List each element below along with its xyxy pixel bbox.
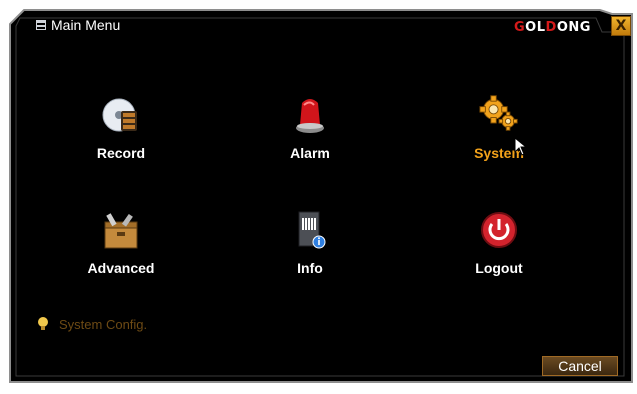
window-frame [9,9,633,383]
brand-logo: GOLDONG [514,20,591,35]
menu-item-alarm[interactable]: Alarm [245,95,375,165]
menu-item-system[interactable]: System [434,95,564,165]
close-button[interactable]: X [611,16,631,36]
menu-item-label: Logout [475,260,523,276]
record-disc-film-icon [102,98,137,132]
alarm-siren-icon [296,99,324,133]
menu-item-logout[interactable]: Logout [434,210,564,280]
power-icon [481,212,517,248]
menu-item-label: Advanced [87,260,155,276]
menu-item-info[interactable]: Info [245,210,375,280]
menu-item-label: Alarm [290,145,330,161]
hint-text: System Config. [59,316,148,332]
mouse-cursor-icon [514,137,528,156]
cancel-button[interactable]: Cancel [542,356,618,376]
menu-item-advanced[interactable]: Advanced [56,210,186,280]
hint-bar: System Config. [37,316,147,332]
toolbox-icon [104,213,138,249]
menu-item-record[interactable]: Record [56,95,186,165]
menu-item-label: Record [96,145,146,161]
window-title: Main Menu [36,17,120,33]
info-server-icon [298,211,326,249]
lightbulb-icon [38,317,48,330]
menu-item-label: System [474,145,524,161]
menu-list-icon [36,20,46,30]
main-menu-window: Main Menu GOLDONG X Record Alarm System … [0,0,637,394]
gears-icon [479,95,518,131]
menu-item-label: Info [297,260,323,276]
window-title-text: Main Menu [51,17,121,33]
